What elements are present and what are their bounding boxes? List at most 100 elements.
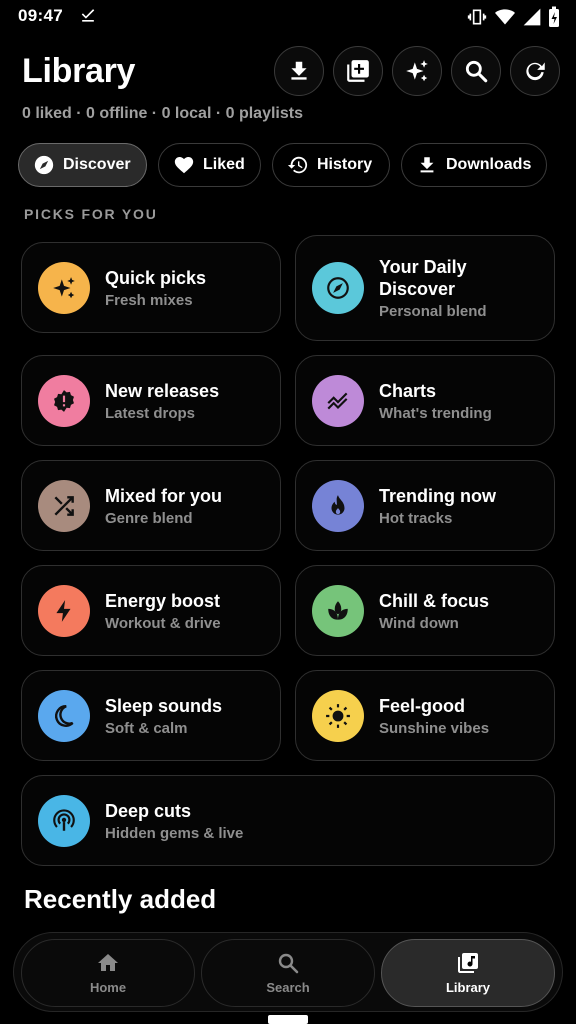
card-icon-bg xyxy=(312,262,364,314)
spa-icon xyxy=(328,600,348,620)
card-chill-focus[interactable]: Chill & focus Wind down xyxy=(295,565,555,656)
card-title: New releases xyxy=(105,380,220,401)
nav-library[interactable]: Library xyxy=(381,939,555,1007)
card-subtitle: What's trending xyxy=(379,404,492,422)
compass-icon xyxy=(327,277,349,299)
battery-icon xyxy=(549,6,559,27)
bottom-nav: Home Search Library xyxy=(13,932,563,1012)
card-new-releases[interactable]: New releases Latest drops xyxy=(21,355,281,446)
card-icon-bg xyxy=(38,689,90,742)
status-bar: 09:47 xyxy=(0,0,576,34)
signal-icon xyxy=(523,8,541,26)
library-music-icon xyxy=(458,953,478,973)
bolt-icon xyxy=(56,599,71,622)
card-subtitle: Sunshine vibes xyxy=(379,719,490,737)
nav-label: Library xyxy=(445,980,491,995)
download-done-icon xyxy=(81,9,95,22)
podcast-icon xyxy=(53,808,75,831)
chip-history[interactable]: History xyxy=(272,143,390,187)
card-icon-bg xyxy=(312,584,364,637)
card-icon-bg xyxy=(38,261,90,314)
card-title: Mixed for you xyxy=(105,485,223,506)
card-title: Feel-good xyxy=(379,695,465,716)
sun-icon xyxy=(326,703,350,728)
nav-label: Search xyxy=(266,980,310,995)
chip-label: Downloads xyxy=(446,156,532,173)
card-energy-boost[interactable]: Energy boost Workout & drive xyxy=(21,565,281,656)
card-subtitle: Soft & calm xyxy=(105,719,188,737)
card-subtitle: Latest drops xyxy=(105,404,196,422)
moon-icon xyxy=(54,704,74,727)
search-button[interactable] xyxy=(451,46,501,96)
refresh-button[interactable] xyxy=(510,46,560,96)
card-subtitle: Personal blend xyxy=(379,303,487,320)
card-icon-bg xyxy=(38,584,90,637)
card-subtitle: Hidden gems & live xyxy=(105,824,244,842)
chip-liked[interactable]: Liked xyxy=(158,143,261,187)
filter-chips: Discover Liked History Downloads xyxy=(18,143,547,187)
add-playlist-button[interactable] xyxy=(333,46,383,96)
card-deep-cuts[interactable]: Deep cuts Hidden gems & live xyxy=(21,775,555,866)
sparkle-icon xyxy=(53,276,75,298)
sparkle-icon xyxy=(406,60,428,82)
chip-label: Liked xyxy=(203,156,245,173)
chip-label: Discover xyxy=(63,156,131,173)
card-title: Your Daily Discover xyxy=(379,257,467,299)
download-icon xyxy=(420,157,434,173)
sparkle-button[interactable] xyxy=(392,46,442,96)
chip-discover[interactable]: Discover xyxy=(18,143,147,187)
header-actions xyxy=(274,46,560,96)
card-subtitle: Hot tracks xyxy=(379,509,453,527)
shuffle-icon xyxy=(54,495,74,516)
wifi-icon xyxy=(495,9,515,25)
status-time: 09:47 xyxy=(18,6,63,25)
page-title: Library xyxy=(22,52,136,90)
card-subtitle: Wind down xyxy=(379,614,459,632)
history-icon xyxy=(287,156,308,174)
card-sleep-sounds[interactable]: Sleep sounds Soft & calm xyxy=(21,670,281,761)
new-badge-icon xyxy=(54,389,74,412)
card-trending-now[interactable]: Trending now Hot tracks xyxy=(295,460,555,551)
nav-search[interactable]: Search xyxy=(201,939,375,1007)
card-title: Quick picks xyxy=(105,267,207,288)
card-icon-bg xyxy=(312,689,364,742)
download-button[interactable] xyxy=(274,46,324,96)
search-icon xyxy=(278,953,299,974)
card-icon-bg xyxy=(312,374,364,427)
card-icon-bg xyxy=(38,374,90,427)
heart-icon xyxy=(174,157,194,174)
search-icon xyxy=(465,60,488,83)
fire-icon xyxy=(331,494,345,515)
card-icon-bg xyxy=(38,479,90,532)
chip-downloads[interactable]: Downloads xyxy=(401,143,547,187)
section-title: PICKS FOR YOU xyxy=(24,206,158,222)
card-feel-good[interactable]: Feel-good Sunshine vibes xyxy=(295,670,555,761)
card-title: Energy boost xyxy=(105,590,221,611)
card-subtitle: Fresh mixes xyxy=(105,291,193,309)
card-title: Deep cuts xyxy=(105,800,192,821)
trending-icon xyxy=(327,392,348,409)
card-icon-bg xyxy=(38,794,90,847)
card-title: Sleep sounds xyxy=(105,695,223,716)
card-title: Trending now xyxy=(379,485,496,506)
recently-added-title: Recently added xyxy=(24,884,217,914)
download-icon xyxy=(291,61,307,80)
add-playlist-icon xyxy=(347,60,369,82)
gesture-handle[interactable] xyxy=(268,1015,308,1024)
nav-label: Home xyxy=(89,980,127,995)
card-mixed-for-you[interactable]: Mixed for you Genre blend xyxy=(21,460,281,551)
compass-icon xyxy=(34,155,54,175)
card-daily-discover[interactable]: Your Daily Discover Personal blend xyxy=(295,235,555,341)
library-stats: 0 liked · 0 offline · 0 local · 0 playli… xyxy=(22,105,303,122)
card-icon-bg xyxy=(312,479,364,532)
chip-label: History xyxy=(317,156,373,173)
card-charts[interactable]: Charts What's trending xyxy=(295,355,555,446)
card-title: Chill & focus xyxy=(379,590,490,611)
card-title: Charts xyxy=(379,380,437,401)
card-quick-picks[interactable]: Quick picks Fresh mixes xyxy=(21,242,281,333)
nav-home[interactable]: Home xyxy=(21,939,195,1007)
card-subtitle: Genre blend xyxy=(105,509,193,527)
refresh-icon xyxy=(526,62,545,81)
vibrate-icon xyxy=(467,9,487,25)
card-subtitle: Workout & drive xyxy=(105,614,221,632)
